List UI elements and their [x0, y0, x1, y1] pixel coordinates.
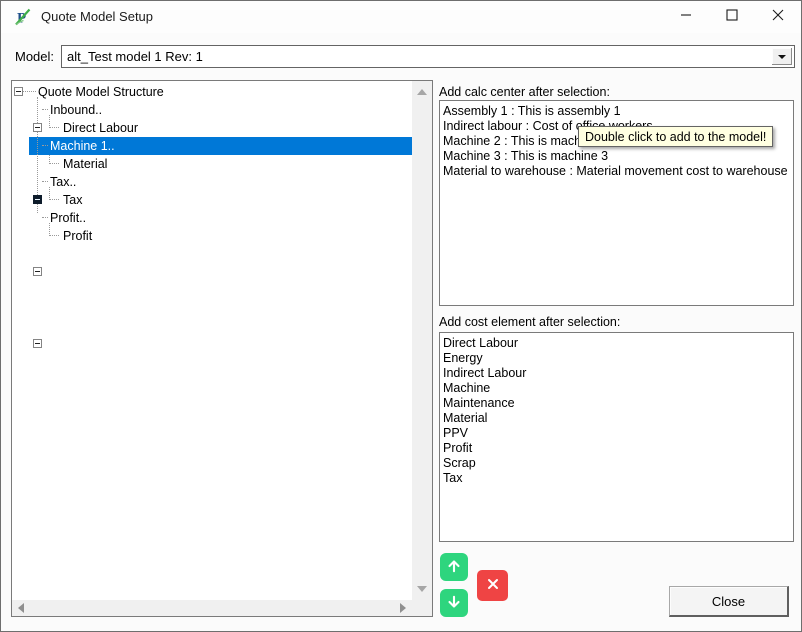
tree-expander-minus-icon[interactable] — [33, 339, 42, 348]
tree-connector — [42, 181, 48, 182]
combobox-dropdown-button[interactable] — [771, 47, 793, 66]
list-item[interactable]: Maintenance — [440, 396, 793, 411]
scroll-left-icon[interactable] — [18, 603, 24, 613]
tree-node[interactable]: Quote Model Structure — [12, 83, 412, 101]
tree-node[interactable]: Profit.. — [12, 209, 412, 227]
tooltip: Double click to add to the model! — [578, 126, 773, 147]
x-mark-icon — [485, 576, 501, 595]
list-item[interactable]: Machine 3 : This is machine 3 — [440, 149, 793, 164]
list-item[interactable]: Direct Labour — [440, 336, 793, 351]
maximize-button[interactable] — [709, 1, 755, 33]
list-item[interactable]: Profit — [440, 441, 793, 456]
tree-node[interactable]: Profit — [12, 227, 412, 245]
tree-node-label: Inbound.. — [50, 101, 102, 119]
list-item[interactable]: Energy — [440, 351, 793, 366]
close-button[interactable] — [755, 1, 801, 33]
list-item[interactable]: PPV — [440, 426, 793, 441]
tree-node[interactable]: Direct Labour — [12, 119, 412, 137]
tree-expander-minus-icon[interactable] — [33, 267, 42, 276]
tree-node-label: Tax — [63, 191, 82, 209]
close-icon — [772, 8, 784, 26]
list-item[interactable]: Machine — [440, 381, 793, 396]
tree-connector — [49, 127, 59, 128]
window-controls — [663, 1, 801, 33]
minus-glyph — [35, 343, 40, 344]
minimize-icon — [680, 8, 692, 26]
tree-connector — [42, 109, 48, 110]
list-item[interactable]: Assembly 1 : This is assembly 1 — [440, 104, 793, 119]
tree-expander-minus-icon[interactable] — [33, 123, 42, 132]
tree-expander-minus-icon[interactable] — [14, 87, 23, 96]
arrow-up-icon — [445, 557, 463, 578]
minus-glyph — [35, 199, 40, 200]
minus-glyph — [16, 91, 21, 92]
tree-node[interactable]: Inbound.. — [12, 101, 412, 119]
tree-expander-minus-icon[interactable] — [33, 195, 42, 204]
tree-connector — [42, 217, 48, 218]
tree-node-label: Material — [63, 155, 107, 173]
cost-element-label: Add cost element after selection: — [439, 315, 620, 329]
scroll-right-icon[interactable] — [400, 603, 406, 613]
model-combobox-value: alt_Test model 1 Rev: 1 — [67, 46, 203, 67]
delete-button[interactable] — [477, 570, 508, 601]
tree-node-label: Machine 1.. — [48, 137, 117, 155]
tree-node-label: Profit.. — [50, 209, 86, 227]
minus-glyph — [35, 271, 40, 272]
close-dialog-button[interactable]: Close — [669, 586, 789, 617]
quote-model-setup-dialog: P Quote Model Setup — [0, 0, 802, 632]
move-up-button[interactable] — [440, 553, 468, 581]
tree-horizontal-scrollbar[interactable] — [12, 600, 432, 616]
list-item[interactable]: Material to warehouse : Material movemen… — [440, 164, 793, 179]
scroll-up-icon[interactable] — [417, 89, 427, 95]
arrow-down-icon — [445, 593, 463, 614]
list-item[interactable]: Material — [440, 411, 793, 426]
tree-connector — [49, 163, 59, 164]
app-logo-icon: P — [14, 8, 32, 26]
tree-node-label: Quote Model Structure — [38, 83, 164, 101]
window-title: Quote Model Setup — [41, 1, 153, 33]
chevron-down-icon — [778, 55, 786, 59]
list-item[interactable]: Tax — [440, 471, 793, 486]
tree-node-label: Profit — [63, 227, 92, 245]
tree-connector — [23, 91, 36, 92]
model-structure-tree: Quote Model StructureInbound..Direct Lab… — [12, 83, 412, 600]
minus-glyph — [35, 127, 40, 128]
model-combobox[interactable]: alt_Test model 1 Rev: 1 — [61, 45, 795, 68]
list-item[interactable]: Scrap — [440, 456, 793, 471]
tree-node[interactable]: Material — [12, 155, 412, 173]
scroll-down-icon[interactable] — [417, 586, 427, 592]
minimize-button[interactable] — [663, 1, 709, 33]
model-label: Model: — [15, 46, 54, 68]
maximize-icon — [726, 8, 738, 26]
tree-connector — [49, 235, 59, 236]
tree-node[interactable]: Tax — [12, 191, 412, 209]
tree-node[interactable]: Tax.. — [12, 173, 412, 191]
tree-node-label: Direct Labour — [63, 119, 138, 137]
cost-element-listbox[interactable]: Direct LabourEnergyIndirect LabourMachin… — [439, 332, 794, 542]
tree-node[interactable]: Machine 1.. — [12, 137, 412, 155]
list-item[interactable]: Indirect Labour — [440, 366, 793, 381]
tree-node-label: Tax.. — [50, 173, 76, 191]
tree-connector — [49, 199, 59, 200]
model-structure-tree-panel: Quote Model StructureInbound..Direct Lab… — [11, 80, 433, 617]
tree-vertical-scrollbar[interactable] — [412, 81, 432, 600]
calc-center-label: Add calc center after selection: — [439, 85, 610, 99]
titlebar: P Quote Model Setup — [1, 1, 801, 33]
move-down-button[interactable] — [440, 589, 468, 617]
